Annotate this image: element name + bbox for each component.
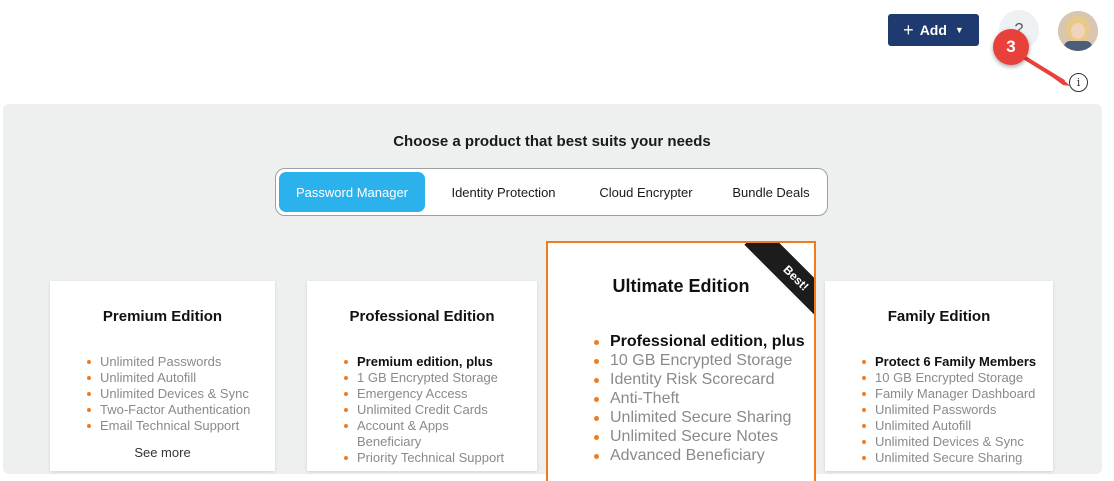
step-badge: 3 xyxy=(993,29,1029,65)
product-tabs: Password Manager Identity Protection Clo… xyxy=(275,168,828,216)
list-item: Account & Apps xyxy=(343,418,504,434)
professional-card: Professional Edition Premium edition, pl… xyxy=(307,281,537,471)
list-item: Unlimited Secure Sharing xyxy=(861,450,1036,466)
list-item: Unlimited Passwords xyxy=(861,402,1036,418)
list-item: Premium edition, plus xyxy=(343,354,504,370)
list-item: Unlimited Autofill xyxy=(861,418,1036,434)
premium-feature-list: Unlimited Passwords Unlimited Autofill U… xyxy=(86,354,250,434)
tab-password-manager[interactable]: Password Manager xyxy=(279,172,425,212)
list-item: Unlimited Devices & Sync xyxy=(86,386,250,402)
professional-feature-list: Premium edition, plus 1 GB Encrypted Sto… xyxy=(343,354,504,466)
ultimate-card: Best! Ultimate Edition Professional edit… xyxy=(546,241,816,481)
top-bar: + Add ▼ ? 3 i xyxy=(0,0,1114,100)
tab-bundle-deals[interactable]: Bundle Deals xyxy=(716,172,826,212)
list-item: Family Manager Dashboard xyxy=(861,386,1036,402)
list-item: Unlimited Secure Notes xyxy=(592,427,805,446)
plus-icon: + xyxy=(903,20,914,40)
info-icon-glyph: i xyxy=(1076,76,1081,89)
list-item: Two-Factor Authentication xyxy=(86,402,250,418)
professional-card-title: Professional Edition xyxy=(349,308,495,325)
list-item: Emergency Access xyxy=(343,386,504,402)
see-more-link[interactable]: See more xyxy=(50,445,275,460)
list-item: Unlimited Autofill xyxy=(86,370,250,386)
list-item: Email Technical Support xyxy=(86,418,250,434)
family-card-title: Family Edition xyxy=(887,308,991,325)
add-button[interactable]: + Add ▼ xyxy=(888,14,979,46)
list-item: 10 GB Encrypted Storage xyxy=(592,351,805,370)
add-button-label: Add xyxy=(919,22,947,38)
list-item: Advanced Beneficiary xyxy=(592,446,805,465)
list-item: Unlimited Devices & Sync xyxy=(861,434,1036,450)
list-item: Priority Technical Support xyxy=(343,450,504,466)
info-icon[interactable]: i xyxy=(1069,73,1088,92)
list-item: 1 GB Encrypted Storage xyxy=(343,370,504,386)
ultimate-feature-list: Professional edition, plus 10 GB Encrypt… xyxy=(592,332,805,465)
list-item: Anti-Theft xyxy=(592,389,805,408)
page-title: Choose a product that best suits your ne… xyxy=(393,133,711,150)
list-item: Professional edition, plus xyxy=(592,332,805,351)
list-item: Identity Risk Scorecard xyxy=(592,370,805,389)
premium-card-title: Premium Edition xyxy=(102,308,223,325)
ultimate-card-title: Ultimate Edition xyxy=(612,276,750,296)
family-card: Family Edition Protect 6 Family Members … xyxy=(825,281,1053,471)
list-item-continuation: Beneficiary xyxy=(357,434,422,449)
list-item: Unlimited Secure Sharing xyxy=(592,408,805,427)
list-item: Protect 6 Family Members xyxy=(861,354,1036,370)
premium-card: Premium Edition Unlimited Passwords Unli… xyxy=(50,281,275,471)
list-item: Unlimited Passwords xyxy=(86,354,250,370)
tab-identity-protection[interactable]: Identity Protection xyxy=(431,172,576,212)
tab-cloud-encrypter[interactable]: Cloud Encrypter xyxy=(582,172,710,212)
list-item: Unlimited Credit Cards xyxy=(343,402,504,418)
step-badge-number: 3 xyxy=(1006,37,1016,56)
family-feature-list: Protect 6 Family Members 10 GB Encrypted… xyxy=(861,354,1036,466)
list-item: 10 GB Encrypted Storage xyxy=(861,370,1036,386)
caret-down-icon: ▼ xyxy=(954,25,964,35)
